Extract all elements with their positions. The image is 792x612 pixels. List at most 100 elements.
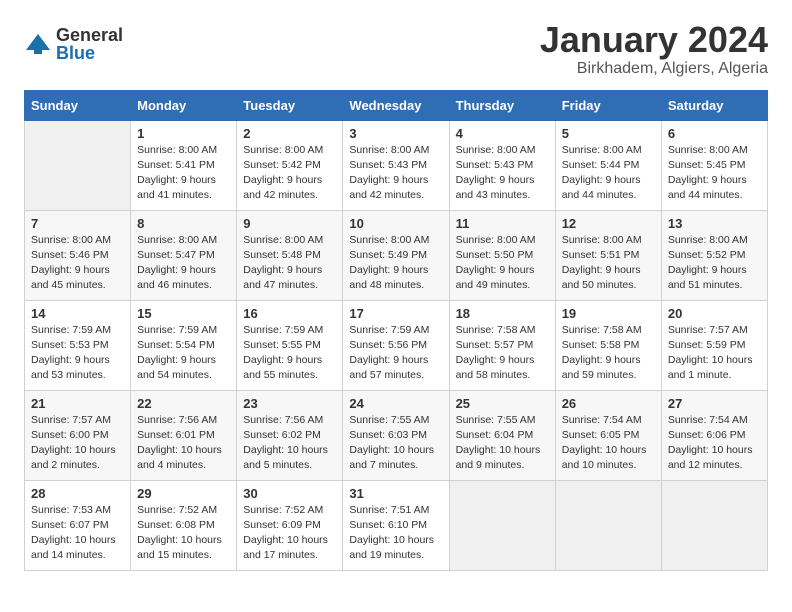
day-info: Sunrise: 7:57 AM Sunset: 5:59 PM Dayligh… <box>668 323 761 384</box>
calendar-cell: 17 Sunrise: 7:59 AM Sunset: 5:56 PM Dayli… <box>343 300 449 390</box>
day-info: Sunrise: 8:00 AM Sunset: 5:42 PM Dayligh… <box>243 143 336 204</box>
day-info: Sunrise: 8:00 AM Sunset: 5:41 PM Dayligh… <box>137 143 230 204</box>
day-info: Sunrise: 8:00 AM Sunset: 5:47 PM Dayligh… <box>137 233 230 294</box>
logo-icon <box>24 30 52 58</box>
day-info: Sunrise: 8:00 AM Sunset: 5:51 PM Dayligh… <box>562 233 655 294</box>
calendar-cell: 14Sunrise: 7:59 AM Sunset: 5:53 PM Dayli… <box>25 300 131 390</box>
calendar-cell: 27 Sunrise: 7:54 AM Sunset: 6:06 PM Dayli… <box>661 390 767 480</box>
calendar-cell: 12 Sunrise: 8:00 AM Sunset: 5:51 PM Dayli… <box>555 210 661 300</box>
day-info: Sunrise: 7:58 AM Sunset: 5:57 PM Dayligh… <box>456 323 549 384</box>
calendar-cell: 25 Sunrise: 7:55 AM Sunset: 6:04 PM Dayli… <box>449 390 555 480</box>
calendar-cell: 1Sunrise: 8:00 AM Sunset: 5:41 PM Daylig… <box>131 120 237 210</box>
weekday-header-sunday: Sunday <box>25 90 131 120</box>
day-info: Sunrise: 8:00 AM Sunset: 5:43 PM Dayligh… <box>349 143 442 204</box>
calendar-cell: 6Sunrise: 8:00 AM Sunset: 5:45 PM Daylig… <box>661 120 767 210</box>
day-info: Sunrise: 8:00 AM Sunset: 5:44 PM Dayligh… <box>562 143 655 204</box>
calendar-cell: 29 Sunrise: 7:52 AM Sunset: 6:08 PM Dayli… <box>131 480 237 570</box>
day-number: 28 <box>31 486 124 501</box>
day-info: Sunrise: 7:56 AM Sunset: 6:02 PM Dayligh… <box>243 413 336 474</box>
day-info: Sunrise: 7:55 AM Sunset: 6:03 PM Dayligh… <box>349 413 442 474</box>
day-number: 16 <box>243 306 336 321</box>
calendar-cell <box>661 480 767 570</box>
calendar-table: SundayMondayTuesdayWednesdayThursdayFrid… <box>24 90 768 571</box>
month-title: January 2024 <box>540 20 768 60</box>
title-section: January 2024 Birkhadem, Algiers, Algeria <box>540 20 768 78</box>
calendar-cell: 8 Sunrise: 8:00 AM Sunset: 5:47 PM Daylig… <box>131 210 237 300</box>
day-number: 13 <box>668 216 761 231</box>
calendar-cell: 20 Sunrise: 7:57 AM Sunset: 5:59 PM Dayli… <box>661 300 767 390</box>
day-info: Sunrise: 8:00 AM Sunset: 5:52 PM Dayligh… <box>668 233 761 294</box>
weekday-header-monday: Monday <box>131 90 237 120</box>
calendar-cell: 4Sunrise: 8:00 AM Sunset: 5:43 PM Daylig… <box>449 120 555 210</box>
day-info: Sunrise: 7:57 AM Sunset: 6:00 PM Dayligh… <box>31 413 124 474</box>
day-number: 15 <box>137 306 230 321</box>
day-number: 23 <box>243 396 336 411</box>
day-number: 27 <box>668 396 761 411</box>
day-number: 2 <box>243 126 336 141</box>
calendar-cell: 9 Sunrise: 8:00 AM Sunset: 5:48 PM Daylig… <box>237 210 343 300</box>
calendar-cell: 3 Sunrise: 8:00 AM Sunset: 5:43 PM Daylig… <box>343 120 449 210</box>
day-number: 10 <box>349 216 442 231</box>
day-number: 17 <box>349 306 442 321</box>
calendar-week-row: 14Sunrise: 7:59 AM Sunset: 5:53 PM Dayli… <box>25 300 768 390</box>
day-info: Sunrise: 8:00 AM Sunset: 5:46 PM Dayligh… <box>31 233 124 294</box>
calendar-cell: 30 Sunrise: 7:52 AM Sunset: 6:09 PM Dayli… <box>237 480 343 570</box>
header: General Blue January 2024 Birkhadem, Alg… <box>24 20 768 78</box>
day-info: Sunrise: 7:52 AM Sunset: 6:09 PM Dayligh… <box>243 503 336 564</box>
day-info: Sunrise: 7:52 AM Sunset: 6:08 PM Dayligh… <box>137 503 230 564</box>
calendar-cell: 23 Sunrise: 7:56 AM Sunset: 6:02 PM Dayli… <box>237 390 343 480</box>
day-number: 30 <box>243 486 336 501</box>
day-info: Sunrise: 7:58 AM Sunset: 5:58 PM Dayligh… <box>562 323 655 384</box>
day-number: 19 <box>562 306 655 321</box>
day-info: Sunrise: 7:59 AM Sunset: 5:55 PM Dayligh… <box>243 323 336 384</box>
calendar-cell: 15 Sunrise: 7:59 AM Sunset: 5:54 PM Dayli… <box>131 300 237 390</box>
calendar-cell: 18 Sunrise: 7:58 AM Sunset: 5:57 PM Dayli… <box>449 300 555 390</box>
weekday-header-friday: Friday <box>555 90 661 120</box>
day-info: Sunrise: 7:59 AM Sunset: 5:56 PM Dayligh… <box>349 323 442 384</box>
day-number: 9 <box>243 216 336 231</box>
day-info: Sunrise: 7:53 AM Sunset: 6:07 PM Dayligh… <box>31 503 124 564</box>
day-number: 11 <box>456 216 549 231</box>
calendar-cell: 7Sunrise: 8:00 AM Sunset: 5:46 PM Daylig… <box>25 210 131 300</box>
calendar-week-row: 1Sunrise: 8:00 AM Sunset: 5:41 PM Daylig… <box>25 120 768 210</box>
day-number: 22 <box>137 396 230 411</box>
day-number: 18 <box>456 306 549 321</box>
calendar-cell <box>449 480 555 570</box>
calendar-week-row: 7Sunrise: 8:00 AM Sunset: 5:46 PM Daylig… <box>25 210 768 300</box>
weekday-header-thursday: Thursday <box>449 90 555 120</box>
day-number: 3 <box>349 126 442 141</box>
calendar-cell: 19 Sunrise: 7:58 AM Sunset: 5:58 PM Dayli… <box>555 300 661 390</box>
logo-general-text: General <box>56 26 123 44</box>
calendar-cell: 26Sunrise: 7:54 AM Sunset: 6:05 PM Dayli… <box>555 390 661 480</box>
day-info: Sunrise: 7:54 AM Sunset: 6:05 PM Dayligh… <box>562 413 655 474</box>
calendar-cell: 24Sunrise: 7:55 AM Sunset: 6:03 PM Dayli… <box>343 390 449 480</box>
calendar-cell <box>555 480 661 570</box>
day-number: 25 <box>456 396 549 411</box>
day-number: 8 <box>137 216 230 231</box>
day-info: Sunrise: 7:51 AM Sunset: 6:10 PM Dayligh… <box>349 503 442 564</box>
calendar-cell: 31Sunrise: 7:51 AM Sunset: 6:10 PM Dayli… <box>343 480 449 570</box>
day-info: Sunrise: 7:55 AM Sunset: 6:04 PM Dayligh… <box>456 413 549 474</box>
weekday-header-row: SundayMondayTuesdayWednesdayThursdayFrid… <box>25 90 768 120</box>
day-number: 20 <box>668 306 761 321</box>
day-info: Sunrise: 7:59 AM Sunset: 5:54 PM Dayligh… <box>137 323 230 384</box>
calendar-cell: 28 Sunrise: 7:53 AM Sunset: 6:07 PM Dayli… <box>25 480 131 570</box>
day-number: 29 <box>137 486 230 501</box>
day-info: Sunrise: 8:00 AM Sunset: 5:48 PM Dayligh… <box>243 233 336 294</box>
logo-blue-text: Blue <box>56 44 123 62</box>
weekday-header-tuesday: Tuesday <box>237 90 343 120</box>
day-number: 14 <box>31 306 124 321</box>
day-info: Sunrise: 8:00 AM Sunset: 5:45 PM Dayligh… <box>668 143 761 204</box>
day-number: 12 <box>562 216 655 231</box>
day-info: Sunrise: 8:00 AM Sunset: 5:49 PM Dayligh… <box>349 233 442 294</box>
calendar-cell: 21Sunrise: 7:57 AM Sunset: 6:00 PM Dayli… <box>25 390 131 480</box>
calendar-week-row: 21Sunrise: 7:57 AM Sunset: 6:00 PM Dayli… <box>25 390 768 480</box>
day-info: Sunrise: 7:54 AM Sunset: 6:06 PM Dayligh… <box>668 413 761 474</box>
calendar-cell: 5Sunrise: 8:00 AM Sunset: 5:44 PM Daylig… <box>555 120 661 210</box>
calendar-cell: 16 Sunrise: 7:59 AM Sunset: 5:55 PM Dayli… <box>237 300 343 390</box>
day-info: Sunrise: 8:00 AM Sunset: 5:50 PM Dayligh… <box>456 233 549 294</box>
day-number: 4 <box>456 126 549 141</box>
day-info: Sunrise: 7:56 AM Sunset: 6:01 PM Dayligh… <box>137 413 230 474</box>
logo: General Blue <box>24 26 123 62</box>
calendar-cell: 2 Sunrise: 8:00 AM Sunset: 5:42 PM Daylig… <box>237 120 343 210</box>
